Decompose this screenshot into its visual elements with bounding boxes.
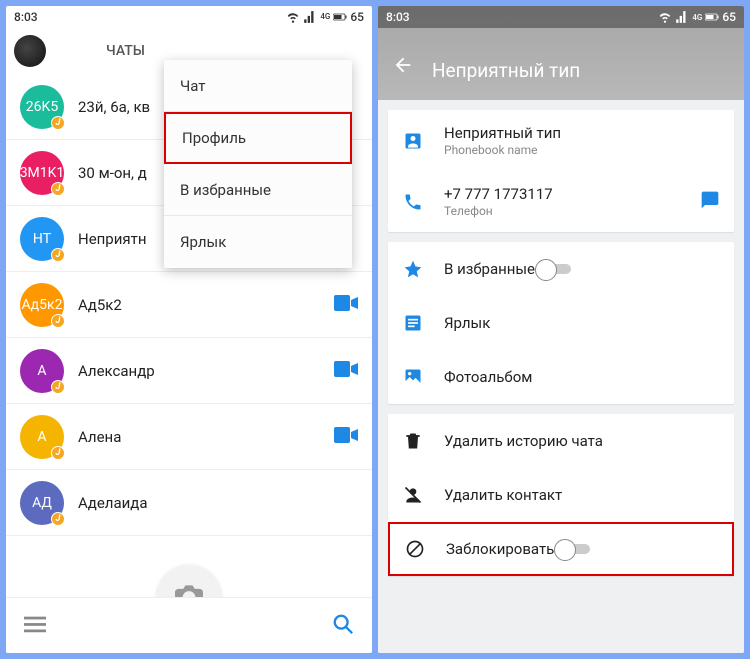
row-phone[interactable]: +7 777 1773117 Телефон (388, 171, 734, 232)
avatar: НТJ (20, 217, 64, 261)
status-badge: J (51, 116, 65, 130)
phone-sub: Телефон (444, 204, 700, 218)
wifi-icon (286, 10, 300, 24)
row-favorite[interactable]: В избранные (388, 242, 734, 296)
status-time: 8:03 (14, 10, 38, 24)
status-bar: 8:03 4G 65 (6, 6, 372, 28)
video-icon (334, 425, 358, 445)
bottom-bar (6, 597, 372, 653)
menu-profile[interactable]: Профиль (164, 112, 352, 164)
battery-icon (333, 10, 347, 24)
block-label: Заблокировать (446, 540, 554, 558)
video-call-button[interactable] (334, 425, 358, 449)
row-shortcut[interactable]: Ярлык (388, 296, 734, 350)
photo-icon (402, 367, 424, 387)
block-icon (404, 539, 426, 559)
status-badge: J (51, 380, 65, 394)
row-delete-contact[interactable]: Удалить контакт (388, 468, 734, 522)
phone-number: +7 777 1773117 (444, 185, 700, 203)
delete-contact-label: Удалить контакт (444, 486, 562, 504)
search-button[interactable] (332, 613, 354, 639)
status-badge: J (51, 182, 65, 196)
contact-name: Ад5к2 (78, 296, 334, 314)
battery-icon (705, 10, 719, 24)
contact-row[interactable]: АJ Александр (6, 338, 372, 404)
row-delete-history[interactable]: Удалить историю чата (388, 414, 734, 468)
menu-favorite[interactable]: В избранные (164, 164, 352, 216)
star-icon (402, 259, 424, 279)
network-type: 4G (320, 13, 330, 21)
trash-icon (402, 431, 424, 451)
contact-name-sub: Phonebook name (444, 143, 720, 157)
profile-header: 8:03 4G 65 Неприятный тип (378, 6, 744, 100)
context-menu: Чат Профиль В избранные Ярлык (164, 60, 352, 268)
status-icons: 4G 65 (286, 10, 364, 24)
video-icon (334, 359, 358, 379)
status-time: 8:03 (386, 10, 410, 24)
delete-contact-icon (402, 485, 424, 505)
menu-button[interactable] (24, 613, 46, 639)
avatar: 3M1K1J (20, 151, 64, 195)
back-button[interactable] (392, 54, 414, 80)
status-badge: J (51, 314, 65, 328)
card-actions: Удалить историю чата Удалить контакт Заб… (388, 414, 734, 576)
phone-icon (402, 192, 424, 212)
contact-name: Алена (78, 428, 334, 446)
profile-title: Неприятный тип (432, 59, 580, 82)
block-toggle[interactable] (554, 539, 590, 559)
status-icons: 4G 65 (658, 10, 736, 24)
phone-right: 8:03 4G 65 Неприятный тип Неприятный тип… (378, 6, 744, 653)
favorite-label: В избранные (444, 260, 535, 278)
shortcut-label: Ярлык (444, 314, 490, 332)
video-icon (334, 293, 358, 313)
contact-name: Александр (78, 362, 334, 380)
status-badge: J (51, 446, 65, 460)
avatar: Ад5к2J (20, 283, 64, 327)
contact-name: Неприятный тип (444, 124, 720, 142)
contact-row[interactable]: АДJ Аделаида (6, 470, 372, 536)
avatar: 26K5J (20, 85, 64, 129)
card-info: Неприятный тип Phonebook name +7 777 177… (388, 110, 734, 232)
delete-history-label: Удалить историю чата (444, 432, 603, 450)
status-badge: J (51, 512, 65, 526)
avatar: АДJ (20, 481, 64, 525)
menu-chat[interactable]: Чат (164, 60, 352, 112)
status-badge: J (51, 248, 65, 262)
status-bar: 8:03 4G 65 (378, 6, 744, 28)
hamburger-icon (24, 613, 46, 635)
menu-shortcut[interactable]: Ярлык (164, 216, 352, 268)
arrow-left-icon (392, 54, 414, 76)
my-avatar[interactable] (14, 35, 46, 67)
profile-body: Неприятный тип Phonebook name +7 777 177… (378, 100, 744, 653)
network-type: 4G (692, 13, 702, 22)
search-icon (332, 613, 354, 635)
battery-level: 65 (722, 10, 736, 24)
wifi-icon (658, 10, 672, 24)
person-icon (402, 131, 424, 151)
row-album[interactable]: Фотоальбом (388, 350, 734, 404)
contact-row[interactable]: Ад5к2J Ад5к2 (6, 272, 372, 338)
video-call-button[interactable] (334, 293, 358, 317)
signal-icon (303, 10, 317, 24)
album-label: Фотоальбом (444, 368, 532, 386)
battery-level: 65 (350, 10, 364, 24)
favorite-toggle[interactable] (535, 259, 571, 279)
contact-row[interactable]: АJ Алена (6, 404, 372, 470)
avatar: АJ (20, 415, 64, 459)
shortcut-icon (402, 313, 424, 333)
row-block[interactable]: Заблокировать (388, 522, 734, 576)
tab-chats[interactable]: ЧАТЫ (46, 43, 205, 59)
signal-icon (675, 10, 689, 24)
row-name: Неприятный тип Phonebook name (388, 110, 734, 171)
contact-name: Аделаида (78, 494, 358, 512)
phone-left: 8:03 4G 65 ЧАТЫ 26K5J 23й, 6а, кв 3M1K1J… (6, 6, 372, 653)
message-icon (700, 190, 720, 210)
card-options: В избранные Ярлык Фотоальбом (388, 242, 734, 404)
message-button[interactable] (700, 190, 720, 214)
video-call-button[interactable] (334, 359, 358, 383)
avatar: АJ (20, 349, 64, 393)
